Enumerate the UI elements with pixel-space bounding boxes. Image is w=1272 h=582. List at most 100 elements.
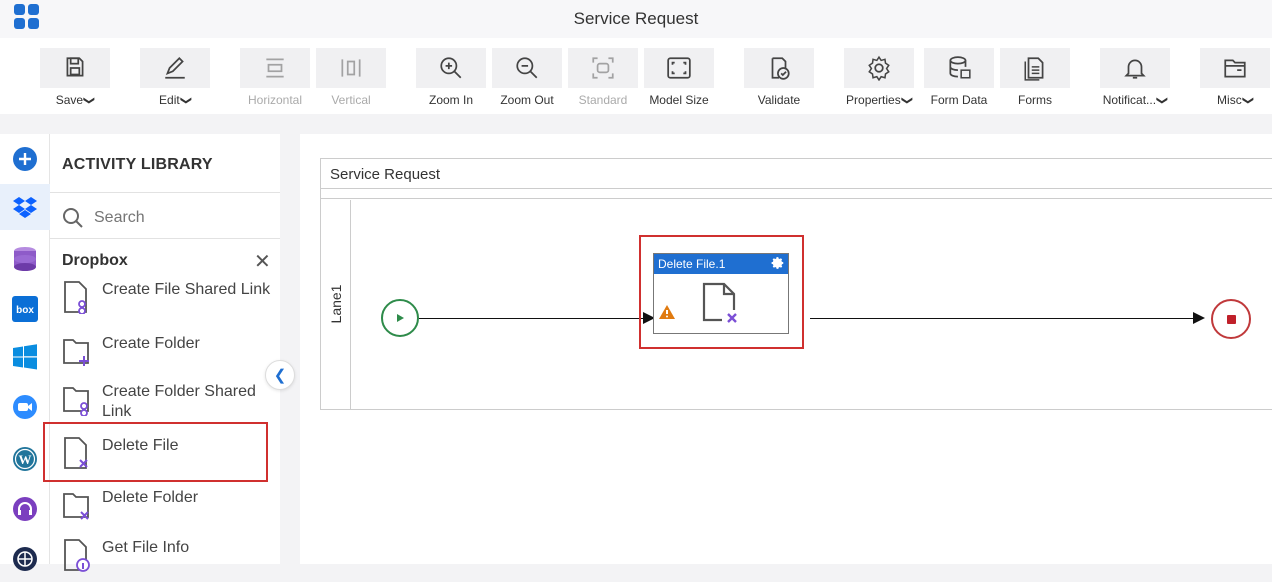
zoom-in-button[interactable]: Zoom In bbox=[416, 48, 486, 107]
library-item[interactable]: Create Folder Shared Link bbox=[62, 382, 272, 422]
toolbar: Save❯ Edit❯ Horizontal Vertical Zoom In Zoom … bbox=[0, 38, 1272, 114]
misc-button[interactable]: Misc❯ bbox=[1200, 48, 1270, 107]
save-icon bbox=[66, 57, 84, 77]
connector[interactable] bbox=[810, 318, 1203, 319]
library-title: ACTIVITY LIBRARY bbox=[62, 156, 213, 173]
validate-label: Validate bbox=[757, 93, 801, 107]
library-item-label: Create File Shared Link bbox=[102, 281, 271, 298]
chevron-down-icon: ❯ bbox=[900, 95, 913, 106]
vertical-button: Vertical bbox=[316, 48, 386, 107]
standard-button: Standard bbox=[568, 48, 638, 107]
stop-icon bbox=[1226, 314, 1236, 324]
search-icon bbox=[63, 208, 83, 228]
search-box[interactable] bbox=[62, 206, 272, 230]
notifications-button[interactable]: Notificat...❯ bbox=[1100, 48, 1170, 107]
warning-icon bbox=[659, 305, 675, 319]
add-circle-icon[interactable] bbox=[0, 136, 50, 182]
zoom-in-label: Zoom In bbox=[428, 93, 473, 107]
divider bbox=[321, 198, 1272, 199]
edit-button[interactable]: Edit❯ bbox=[140, 48, 210, 107]
validate-button[interactable]: Validate bbox=[744, 48, 814, 107]
left-rail: box W bbox=[0, 134, 50, 571]
edit-icon bbox=[165, 57, 185, 79]
pool-title: Service Request bbox=[321, 159, 1272, 189]
globe-icon[interactable] bbox=[0, 536, 50, 582]
folder-icon bbox=[1224, 59, 1246, 78]
zoom-out-button[interactable]: Zoom Out bbox=[492, 48, 562, 107]
search-input[interactable] bbox=[94, 209, 264, 227]
end-event[interactable] bbox=[1211, 299, 1251, 339]
chevron-down-icon: ❯ bbox=[1241, 95, 1254, 106]
library-item-label: Delete Folder bbox=[102, 489, 199, 506]
save-label: Save❯ bbox=[55, 93, 96, 107]
svg-text:W: W bbox=[19, 452, 32, 467]
form-data-label: Form Data bbox=[930, 93, 988, 107]
model-size-icon bbox=[667, 57, 691, 79]
library-item-label: Create Folder bbox=[102, 335, 200, 352]
vertical-layout-icon bbox=[341, 59, 361, 77]
activity-library: ACTIVITY LIBRARY Dropbox ✕ Create File S… bbox=[50, 134, 280, 572]
start-event[interactable] bbox=[381, 299, 419, 337]
forms-button[interactable]: Forms bbox=[1000, 48, 1070, 107]
lane-label[interactable]: Lane1 bbox=[321, 200, 351, 409]
database-icon bbox=[949, 56, 971, 79]
notifications-label: Notificat...❯ bbox=[1102, 93, 1169, 107]
lane-label-text: Lane1 bbox=[328, 284, 344, 324]
forms-icon bbox=[1024, 57, 1044, 81]
horizontal-button: Horizontal bbox=[240, 48, 310, 107]
page-title: Service Request bbox=[573, 9, 699, 28]
file-link-icon bbox=[64, 281, 87, 314]
horizontal-label: Horizontal bbox=[247, 93, 303, 107]
forms-label: Forms bbox=[1018, 93, 1052, 107]
folder-link-icon bbox=[63, 387, 89, 416]
properties-button[interactable]: Properties❯ bbox=[844, 48, 914, 107]
box-icon[interactable]: box bbox=[0, 286, 50, 332]
category-title: Dropbox bbox=[62, 252, 128, 269]
headset-icon[interactable] bbox=[0, 486, 50, 532]
task-delete-file[interactable]: Delete File.1 bbox=[653, 253, 789, 334]
chevron-down-icon: ❯ bbox=[1156, 95, 1169, 106]
file-delete-icon bbox=[702, 282, 742, 326]
zoom-out-icon bbox=[516, 57, 538, 79]
zoom-in-icon bbox=[440, 57, 462, 79]
windows-icon[interactable] bbox=[0, 334, 50, 380]
gear-icon bbox=[868, 55, 890, 81]
chevron-left-icon: ❮ bbox=[273, 367, 287, 384]
arrow-head bbox=[1193, 312, 1205, 324]
top-bar: Service Request bbox=[0, 0, 1272, 38]
chevron-down-icon: ❯ bbox=[179, 95, 192, 106]
library-item[interactable]: Delete Folder bbox=[62, 488, 272, 522]
gear-icon[interactable] bbox=[771, 256, 785, 270]
save-button[interactable]: Save❯ bbox=[40, 48, 110, 107]
zoom-out-label: Zoom Out bbox=[500, 93, 554, 107]
form-data-button[interactable]: Form Data bbox=[924, 48, 994, 107]
collapse-panel-button[interactable]: ❮ bbox=[265, 360, 295, 390]
close-icon[interactable]: ✕ bbox=[254, 252, 271, 272]
misc-label: Misc❯ bbox=[1217, 93, 1254, 107]
highlight-box bbox=[43, 422, 268, 482]
library-item[interactable]: Get File Info bbox=[62, 538, 272, 572]
horizontal-layout-icon bbox=[266, 58, 284, 78]
model-size-button[interactable]: Model Size bbox=[644, 48, 714, 107]
dropbox-icon[interactable] bbox=[0, 184, 50, 230]
validate-icon bbox=[771, 57, 790, 80]
process-canvas: Service Request Lane1 Delete File.1 bbox=[300, 134, 1272, 564]
library-item-label: Create Folder Shared Link bbox=[102, 383, 256, 420]
vertical-label: Vertical bbox=[331, 93, 371, 107]
folder-delete-icon bbox=[63, 493, 89, 520]
model-size-label: Model Size bbox=[649, 93, 709, 107]
divider bbox=[50, 238, 280, 239]
database-stack-icon[interactable] bbox=[0, 236, 50, 282]
standard-label: Standard bbox=[578, 93, 628, 107]
play-icon bbox=[397, 314, 404, 322]
folder-add-icon bbox=[63, 339, 89, 366]
library-item-label: Get File Info bbox=[102, 539, 190, 556]
connector[interactable] bbox=[419, 318, 663, 319]
library-item[interactable]: Create Folder bbox=[62, 334, 272, 368]
task-header: Delete File.1 bbox=[654, 254, 788, 274]
chevron-down-icon: ❯ bbox=[83, 95, 96, 106]
library-item[interactable]: Create File Shared Link bbox=[62, 280, 272, 314]
file-info-icon bbox=[64, 539, 90, 572]
edit-label: Edit❯ bbox=[159, 93, 192, 107]
standard-size-icon bbox=[592, 57, 614, 79]
